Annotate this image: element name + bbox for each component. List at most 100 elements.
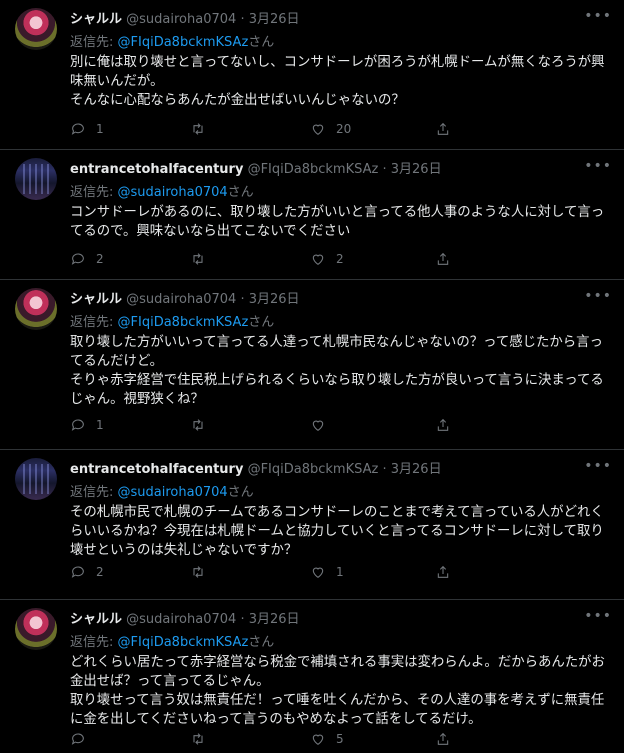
reply-context: 返信先: @sudairoha0704さん xyxy=(70,481,254,500)
reply-context: 返信先: @FIqiDa8bckmKSAzさん xyxy=(70,631,274,650)
avatar[interactable] xyxy=(15,8,57,50)
reply-button[interactable]: 2 xyxy=(70,563,104,581)
tweet[interactable]: entrancetohalfacentury @FIqiDa8bckmKSAz … xyxy=(0,450,624,600)
tweet-text: どれくらい居たって赤字経営なら税金で補填される事実は変わらんよ。だからあんたがお… xyxy=(70,653,610,729)
more-options-icon[interactable]: ••• xyxy=(584,8,612,24)
like-count: 20 xyxy=(336,122,352,136)
user-handle[interactable]: @FIqiDa8bckmKSAz xyxy=(248,162,379,177)
reply-icon xyxy=(71,253,84,265)
user-handle[interactable]: @sudairoha0704 xyxy=(126,612,236,627)
action-bar: 2 2 xyxy=(70,250,450,268)
share-button[interactable] xyxy=(435,416,451,434)
user-handle[interactable]: @sudairoha0704 xyxy=(126,12,236,27)
display-name[interactable]: シャルル xyxy=(70,612,122,627)
timestamp[interactable]: 3月26日 xyxy=(391,462,442,477)
share-button[interactable] xyxy=(435,120,451,138)
avatar[interactable] xyxy=(15,288,57,330)
reply-count: 1 xyxy=(96,418,104,432)
retweet-icon xyxy=(193,253,203,265)
like-button[interactable]: 2 xyxy=(310,250,344,268)
reply-prefix: 返信先: xyxy=(70,635,118,650)
timestamp[interactable]: 3月26日 xyxy=(249,612,300,627)
reply-count: 2 xyxy=(96,565,104,579)
like-button[interactable]: 5 xyxy=(310,730,344,748)
tweet[interactable]: シャルル @sudairoha0704 · 3月26日 ••• 返信先: @FI… xyxy=(0,0,624,150)
avatar[interactable] xyxy=(15,158,57,200)
reply-suffix: さん xyxy=(248,35,275,50)
like-button[interactable]: 1 xyxy=(310,563,344,581)
retweet-icon xyxy=(193,566,203,578)
separator-dot: · xyxy=(382,162,387,177)
reply-to-link[interactable]: @sudairoha0704 xyxy=(118,485,228,500)
reply-button[interactable]: 1 xyxy=(70,416,104,434)
display-name[interactable]: entrancetohalfacentury xyxy=(70,162,243,177)
display-name[interactable]: シャルル xyxy=(70,292,122,307)
tweet-line: 取り壊した方がいいって言ってる人達って札幌市民なんじゃないの？って感じたから言っ… xyxy=(70,335,603,369)
reply-prefix: 返信先: xyxy=(70,35,118,50)
reply-count: 1 xyxy=(96,122,104,136)
retweet-button[interactable] xyxy=(190,563,216,581)
share-icon xyxy=(437,418,449,431)
share-icon xyxy=(437,565,449,578)
reply-button[interactable]: 2 xyxy=(70,250,104,268)
reply-context: 返信先: @sudairoha0704さん xyxy=(70,181,254,200)
retweet-icon xyxy=(193,123,203,135)
tweet-text: その札幌市民で札幌のチームであるコンサドーレのことまで考えて言っている人がどれく… xyxy=(70,503,610,560)
reply-to-link[interactable]: @FIqiDa8bckmKSAz xyxy=(118,635,249,650)
action-bar: 5 xyxy=(70,730,450,748)
share-button[interactable] xyxy=(435,563,451,581)
retweet-button[interactable] xyxy=(190,120,216,138)
user-handle[interactable]: @FIqiDa8bckmKSAz xyxy=(248,462,379,477)
separator-dot: · xyxy=(240,612,245,627)
like-count: 1 xyxy=(336,565,344,579)
tweet-text: コンサドーレがあるのに、取り壊した方がいいと言ってる他人事のような人に対して言っ… xyxy=(70,203,610,241)
heart-icon xyxy=(312,254,324,265)
tweet-header: シャルル @sudairoha0704 · 3月26日 xyxy=(70,8,584,28)
tweet-text: 取り壊した方がいいって言ってる人達って札幌市民なんじゃないの？って感じたから言っ… xyxy=(70,333,610,409)
retweet-icon xyxy=(193,419,203,431)
tweet-line: そんなに心配ならあんたが金出せばいいんじゃないの？ xyxy=(70,93,405,108)
share-button[interactable] xyxy=(435,730,451,748)
retweet-button[interactable] xyxy=(190,416,216,434)
heart-icon xyxy=(312,124,324,135)
reply-prefix: 返信先: xyxy=(70,485,118,500)
retweet-button[interactable] xyxy=(190,730,216,748)
tweet[interactable]: シャルル @sudairoha0704 · 3月26日 ••• 返信先: @FI… xyxy=(0,280,624,450)
reply-icon xyxy=(71,566,84,578)
retweet-button[interactable] xyxy=(190,250,216,268)
reply-icon xyxy=(71,733,84,745)
user-handle[interactable]: @sudairoha0704 xyxy=(126,292,236,307)
more-options-icon[interactable]: ••• xyxy=(584,158,612,174)
reply-suffix: さん xyxy=(248,315,275,330)
heart-icon xyxy=(312,420,324,431)
like-button[interactable] xyxy=(310,416,336,434)
reply-context: 返信先: @FIqiDa8bckmKSAzさん xyxy=(70,311,274,330)
timestamp[interactable]: 3月26日 xyxy=(391,162,442,177)
display-name[interactable]: シャルル xyxy=(70,12,122,27)
reply-context: 返信先: @FIqiDa8bckmKSAzさん xyxy=(70,31,274,50)
reply-button[interactable] xyxy=(70,730,96,748)
share-button[interactable] xyxy=(435,250,451,268)
separator-dot: · xyxy=(240,292,245,307)
reply-button[interactable]: 1 xyxy=(70,120,104,138)
tweet-header: entrancetohalfacentury @FIqiDa8bckmKSAz … xyxy=(70,158,584,178)
avatar[interactable] xyxy=(15,458,57,500)
avatar[interactable] xyxy=(15,608,57,650)
reply-to-link[interactable]: @sudairoha0704 xyxy=(118,185,228,200)
like-button[interactable]: 20 xyxy=(310,120,351,138)
more-options-icon[interactable]: ••• xyxy=(584,608,612,624)
tweet-line: その札幌市民で札幌のチームであるコンサドーレのことまで考えて言っている人がどれく… xyxy=(70,505,604,558)
reply-to-link[interactable]: @FIqiDa8bckmKSAz xyxy=(118,35,249,50)
tweet[interactable]: シャルル @sudairoha0704 · 3月26日 ••• 返信先: @FI… xyxy=(0,600,624,753)
display-name[interactable]: entrancetohalfacentury xyxy=(70,462,243,477)
tweet[interactable]: entrancetohalfacentury @FIqiDa8bckmKSAz … xyxy=(0,150,624,280)
more-options-icon[interactable]: ••• xyxy=(584,458,612,474)
more-options-icon[interactable]: ••• xyxy=(584,288,612,304)
timestamp[interactable]: 3月26日 xyxy=(249,292,300,307)
reply-to-link[interactable]: @FIqiDa8bckmKSAz xyxy=(118,315,249,330)
timestamp[interactable]: 3月26日 xyxy=(249,12,300,27)
reply-suffix: さん xyxy=(227,485,254,500)
reply-count: 2 xyxy=(96,252,104,266)
tweet-line: 取り壊せって言う奴は無責任だ！って唾を吐くんだから、その人達の事を考えずに無責任… xyxy=(70,693,605,727)
share-icon xyxy=(437,122,449,135)
